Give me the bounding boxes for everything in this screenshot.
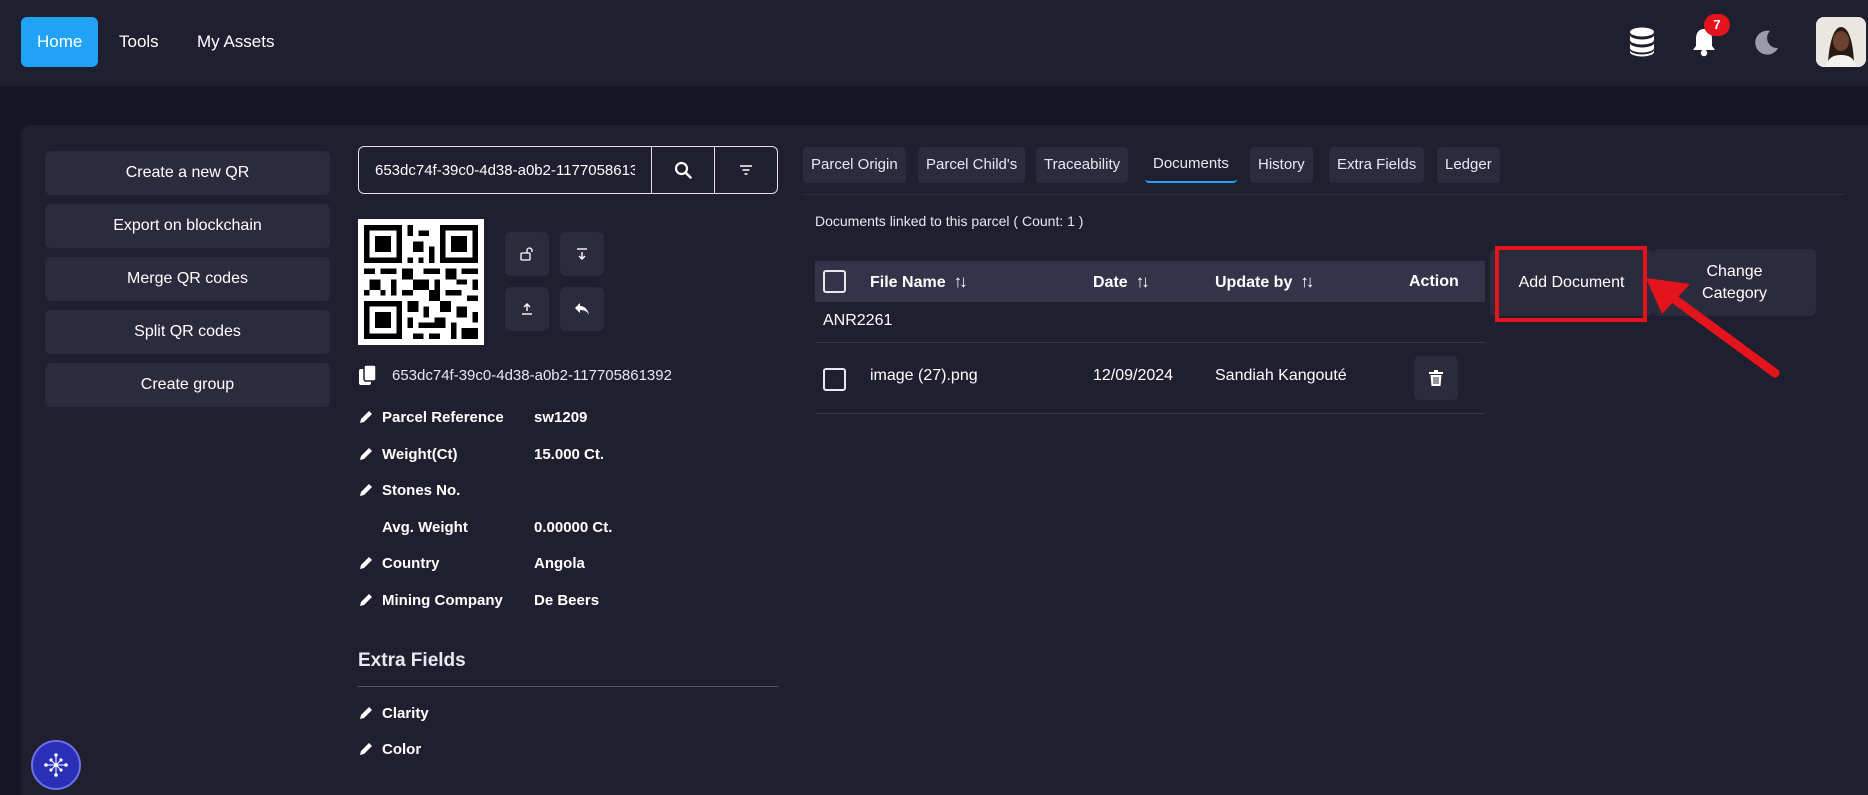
header-label: File Name xyxy=(870,274,946,291)
export-blockchain-button[interactable]: Export on blockchain xyxy=(45,204,330,248)
field-parcel-reference: Parcel Reference sw1209 xyxy=(358,406,587,428)
divider xyxy=(358,686,778,687)
upload-button[interactable] xyxy=(505,287,549,331)
tab-documents[interactable]: Documents xyxy=(1145,147,1237,183)
create-group-button[interactable]: Create group xyxy=(45,363,330,407)
parcel-uuid-row: 653dc74f-39c0-4d38-a0b2-117705861392 xyxy=(358,364,672,386)
field-value: De Beers xyxy=(534,591,600,609)
field-label: Avg. Weight xyxy=(382,518,468,536)
field-stones-no: Stones No. xyxy=(358,479,460,501)
filter-icon xyxy=(740,165,752,175)
upload-icon xyxy=(522,303,532,315)
highlight-box xyxy=(1495,246,1647,322)
merge-qr-button[interactable]: Merge QR codes xyxy=(45,257,330,301)
header-file-name[interactable]: File Name ↑↓ xyxy=(870,261,968,302)
field-label: Mining Company xyxy=(382,591,503,609)
field-weight: Weight(Ct) 15.000 Ct. xyxy=(358,443,604,465)
header-action: Action xyxy=(1409,273,1459,290)
date-cell: 12/09/2024 xyxy=(1093,367,1174,384)
row-checkbox[interactable] xyxy=(823,368,846,391)
header-date[interactable]: Date ↑↓ xyxy=(1093,261,1150,302)
pencil-icon[interactable] xyxy=(358,592,374,608)
notification-badge: 7 xyxy=(1704,14,1730,36)
divider xyxy=(815,413,1485,414)
trash-icon xyxy=(1429,370,1443,386)
tab-parcel-childs[interactable]: Parcel Child's xyxy=(918,147,1026,183)
search-button[interactable] xyxy=(651,147,714,193)
tab-ledger[interactable]: Ledger xyxy=(1437,147,1500,183)
create-new-qr-button[interactable]: Create a new QR xyxy=(45,151,330,195)
unlock-icon xyxy=(520,247,533,261)
field-mining-company: Mining Company De Beers xyxy=(358,589,599,611)
copy-icon[interactable] xyxy=(358,364,378,386)
user-avatar[interactable] xyxy=(1816,17,1866,67)
field-label: Country xyxy=(382,554,440,572)
field-country: Country Angola xyxy=(358,552,585,574)
undo-button[interactable] xyxy=(560,287,604,331)
nav-home-button[interactable]: Home xyxy=(21,17,99,67)
tab-parcel-origin[interactable]: Parcel Origin xyxy=(803,147,906,183)
network-logo-icon xyxy=(44,753,68,777)
pencil-icon[interactable] xyxy=(358,409,374,425)
top-navigation-bar: Home Tools My Assets 7 xyxy=(0,0,1868,86)
split-qr-button[interactable]: Split QR codes xyxy=(45,310,330,354)
field-label: Parcel Reference xyxy=(382,408,504,426)
field-label: Clarity xyxy=(382,704,429,722)
pencil-icon[interactable] xyxy=(358,555,374,571)
download-button[interactable] xyxy=(560,232,604,276)
nav-my-assets-button[interactable]: My Assets xyxy=(181,17,290,67)
field-clarity: Clarity xyxy=(358,702,429,724)
search-icon xyxy=(674,161,692,179)
field-color: Color xyxy=(358,738,421,760)
file-name-cell[interactable]: image (27).png xyxy=(870,367,978,385)
field-value: 15.000 Ct. xyxy=(534,445,605,463)
pencil-icon[interactable] xyxy=(358,482,374,498)
sort-icon[interactable]: ↑↓ xyxy=(1136,272,1150,291)
unlock-button[interactable] xyxy=(505,232,549,276)
field-value: sw1209 xyxy=(534,408,588,426)
field-label: Color xyxy=(382,740,422,758)
download-icon xyxy=(577,248,587,260)
field-value: 0.00000 Ct. xyxy=(534,518,613,536)
sort-icon[interactable]: ↑↓ xyxy=(1300,272,1314,291)
annotation-arrow xyxy=(1646,278,1780,378)
pencil-icon[interactable] xyxy=(358,446,374,462)
parcel-search-input[interactable] xyxy=(359,147,651,193)
tabs-divider xyxy=(802,194,1845,195)
tab-extra-fields[interactable]: Extra Fields xyxy=(1329,147,1425,183)
sort-icon[interactable]: ↑↓ xyxy=(954,272,968,291)
database-icon[interactable] xyxy=(1622,22,1662,62)
moon-icon[interactable] xyxy=(1746,22,1786,62)
extra-fields-title: Extra Fields xyxy=(358,650,466,671)
field-label: Stones No. xyxy=(382,481,461,499)
undo-icon xyxy=(575,303,589,315)
documents-table-header: File Name ↑↓ Date ↑↓ Update by ↑↓ Action xyxy=(815,261,1485,302)
header-update-by[interactable]: Update by ↑↓ xyxy=(1215,261,1314,302)
pencil-icon[interactable] xyxy=(358,741,374,757)
delete-document-button[interactable] xyxy=(1414,356,1458,400)
documents-count-text: Documents linked to this parcel ( Count:… xyxy=(815,213,1084,229)
parcel-search-bar xyxy=(358,146,778,194)
parcel-uuid: 653dc74f-39c0-4d38-a0b2-117705861392 xyxy=(392,366,672,384)
tab-history[interactable]: History xyxy=(1250,147,1313,183)
document-group-label: ANR2261 xyxy=(823,312,893,329)
header-label: Date xyxy=(1093,274,1128,291)
update-by-cell: Sandiah Kangouté xyxy=(1215,367,1347,384)
filter-button[interactable] xyxy=(714,147,777,193)
qr-code-image xyxy=(358,219,484,345)
select-all-checkbox[interactable] xyxy=(823,270,846,293)
field-value: Angola xyxy=(534,554,585,572)
nav-tools-button[interactable]: Tools xyxy=(103,17,175,67)
field-label: Weight(Ct) xyxy=(382,445,458,463)
header-label: Update by xyxy=(1215,274,1293,291)
pencil-icon[interactable] xyxy=(358,705,374,721)
tab-traceability[interactable]: Traceability xyxy=(1036,147,1129,183)
divider xyxy=(815,342,1485,343)
app-logo-button[interactable] xyxy=(31,740,81,790)
